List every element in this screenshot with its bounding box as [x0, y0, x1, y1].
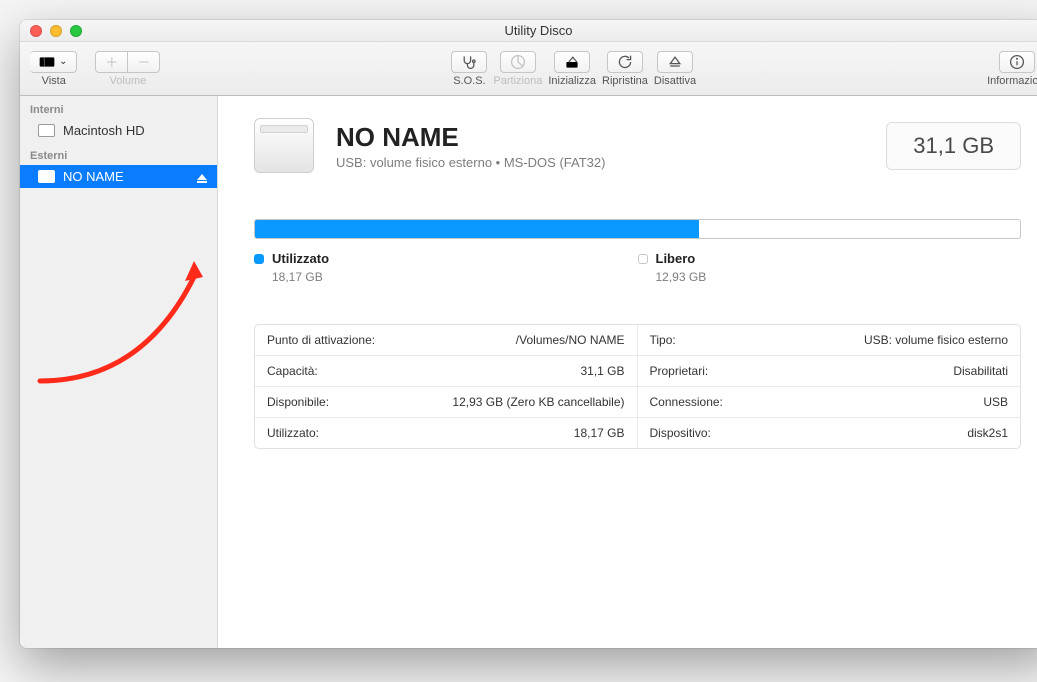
- free-label: Libero: [656, 251, 696, 266]
- toolbar: ⌄ Vista ＋ － Volume S.O.S.: [20, 42, 1037, 96]
- info-icon: [1009, 54, 1025, 70]
- usage-fill: [255, 220, 699, 238]
- usage-bar: [254, 219, 1021, 239]
- restore-icon: [617, 54, 633, 70]
- close-window-button[interactable]: [30, 25, 42, 37]
- volume-add-button[interactable]: ＋: [95, 51, 128, 73]
- partition-label: Partiziona: [493, 75, 542, 87]
- capacity-value: 31,1 GB: [913, 133, 994, 158]
- eject-icon: [667, 54, 683, 70]
- info-row-capacity: Capacità:31,1 GB: [255, 356, 638, 387]
- volume-name: NO NAME: [336, 122, 605, 153]
- external-disk-icon: [38, 170, 55, 183]
- partition-button[interactable]: [500, 51, 536, 73]
- free-swatch: [638, 254, 648, 264]
- disk-utility-window: Utility Disco ⌄ Vista ＋ － Volume: [20, 20, 1037, 648]
- volume-subtitle: USB: volume fisico esterno • MS-DOS (FAT…: [336, 155, 605, 170]
- erase-icon: [564, 54, 580, 70]
- unmount-label: Disattiva: [654, 75, 696, 87]
- zoom-window-button[interactable]: [70, 25, 82, 37]
- minus-icon: －: [137, 52, 150, 71]
- stethoscope-icon: [461, 54, 477, 70]
- sidebar-layout-icon: [39, 54, 55, 70]
- sidebar-internal-header: Interni: [20, 96, 217, 119]
- view-label: Vista: [42, 75, 66, 87]
- info-button[interactable]: [999, 51, 1035, 73]
- info-grid: Punto di attivazione:/Volumes/NO NAME Ti…: [254, 324, 1021, 449]
- pie-chart-icon: [510, 54, 526, 70]
- unmount-button[interactable]: [657, 51, 693, 73]
- plus-icon: ＋: [105, 52, 118, 71]
- info-label: Informazioni: [987, 75, 1037, 87]
- sidebar: Interni Macintosh HD Esterni NO NAME: [20, 96, 218, 648]
- titlebar[interactable]: Utility Disco: [20, 20, 1037, 42]
- content-pane: NO NAME USB: volume fisico esterno • MS-…: [218, 96, 1037, 648]
- view-button[interactable]: ⌄: [30, 51, 77, 73]
- sidebar-item-label: NO NAME: [63, 169, 124, 184]
- free-value: 12,93 GB: [656, 270, 1022, 284]
- window-title: Utility Disco: [505, 23, 573, 38]
- info-row-connection: Connessione:USB: [638, 387, 1021, 418]
- info-row-available: Disponibile:12,93 GB (Zero KB cancellabi…: [255, 387, 638, 418]
- annotation-arrow: [32, 251, 207, 391]
- used-value: 18,17 GB: [272, 270, 638, 284]
- info-row-mountpoint: Punto di attivazione:/Volumes/NO NAME: [255, 325, 638, 356]
- erase-button[interactable]: [554, 51, 590, 73]
- minimize-window-button[interactable]: [50, 25, 62, 37]
- used-swatch: [254, 254, 264, 264]
- info-row-device: Dispositivo:disk2s1: [638, 418, 1021, 448]
- erase-label: Inizializza: [548, 75, 596, 87]
- first-aid-button[interactable]: [451, 51, 487, 73]
- volume-remove-button[interactable]: －: [128, 51, 160, 73]
- sidebar-item-no-name[interactable]: NO NAME: [20, 165, 217, 188]
- volume-label: Volume: [110, 75, 147, 87]
- sidebar-item-macintosh-hd[interactable]: Macintosh HD: [20, 119, 217, 142]
- eject-button[interactable]: [197, 174, 207, 180]
- used-label: Utilizzato: [272, 251, 329, 266]
- restore-label: Ripristina: [602, 75, 648, 87]
- capacity-box: 31,1 GB: [886, 122, 1021, 170]
- sidebar-item-label: Macintosh HD: [63, 123, 145, 138]
- first-aid-label: S.O.S.: [453, 75, 485, 87]
- info-row-used: Utilizzato:18,17 GB: [255, 418, 638, 448]
- external-drive-icon: [254, 118, 314, 173]
- internal-disk-icon: [38, 124, 55, 137]
- restore-button[interactable]: [607, 51, 643, 73]
- window-controls: [30, 25, 82, 37]
- sidebar-external-header: Esterni: [20, 142, 217, 165]
- info-row-owners: Proprietari:Disabilitati: [638, 356, 1021, 387]
- info-row-type: Tipo:USB: volume fisico esterno: [638, 325, 1021, 356]
